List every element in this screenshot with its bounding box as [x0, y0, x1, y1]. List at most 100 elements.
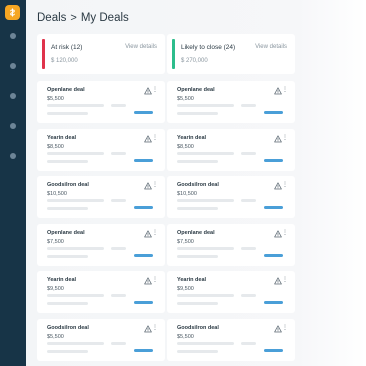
breadcrumb-parent[interactable]: Deals	[37, 12, 66, 24]
warning-icon[interactable]	[274, 87, 282, 95]
warning-icon[interactable]	[274, 325, 282, 333]
deal-card[interactable]: Yearin deal $9,500 ⋮	[167, 271, 295, 313]
warning-icon[interactable]	[144, 182, 152, 190]
placeholder-line	[47, 350, 88, 353]
more-options-icon[interactable]: ⋮	[282, 324, 288, 332]
warning-icon[interactable]	[144, 230, 152, 238]
summary-card-at-risk[interactable]: At risk (12) $ 120,000 View details	[37, 34, 165, 74]
warning-icon[interactable]	[144, 325, 152, 333]
deal-name: Openlane deal	[177, 230, 215, 236]
deal-name: Openlane deal	[47, 230, 85, 236]
more-options-icon[interactable]: ⋮	[152, 86, 158, 94]
deal-card[interactable]: Yearin deal $8,500 ⋮	[167, 129, 295, 171]
more-options-icon[interactable]: ⋮	[282, 181, 288, 189]
deal-card[interactable]: Openlane deal $5,500 ⋮	[37, 81, 165, 123]
deal-card[interactable]: Openlane deal $7,500 ⋮	[37, 224, 165, 266]
deal-name: Goodsilron deal	[177, 325, 219, 331]
deal-value: $7,500	[177, 239, 194, 245]
warning-icon[interactable]	[274, 182, 282, 190]
logo[interactable]	[5, 5, 20, 20]
sidebar-item-2[interactable]	[10, 63, 16, 69]
placeholder-line	[111, 152, 126, 155]
placeholder-line	[177, 294, 234, 297]
progress-bar	[134, 301, 153, 304]
more-options-icon[interactable]: ⋮	[282, 276, 288, 284]
placeholder-line	[177, 255, 218, 258]
more-options-icon[interactable]: ⋮	[152, 276, 158, 284]
deal-card[interactable]: Yearin deal $9,500 ⋮	[37, 271, 165, 313]
deal-value: $5,500	[177, 334, 194, 340]
status-bar-green	[172, 39, 175, 69]
placeholder-line	[47, 255, 88, 258]
progress-bar	[264, 349, 283, 352]
deal-card[interactable]: Goodsilron deal $10,500 ⋮	[167, 176, 295, 218]
more-options-icon[interactable]: ⋮	[282, 134, 288, 142]
view-details-link[interactable]: View details	[255, 44, 287, 50]
deal-card[interactable]: Goodsilron deal $5,500 ⋮	[167, 319, 295, 361]
placeholder-line	[47, 152, 104, 155]
summary-label: Likely to close (24)	[181, 44, 236, 51]
view-details-link[interactable]: View details	[125, 44, 157, 50]
summary-amount: $ 270,000	[181, 58, 208, 64]
deal-value: $5,500	[47, 334, 64, 340]
deal-card[interactable]: Openlane deal $5,500 ⋮	[167, 81, 295, 123]
deal-value: $5,500	[177, 96, 194, 102]
placeholder-line	[47, 207, 88, 210]
sidebar-item-5[interactable]	[10, 153, 16, 159]
more-options-icon[interactable]: ⋮	[152, 134, 158, 142]
deal-name: Yearin deal	[177, 135, 207, 141]
placeholder-line	[177, 160, 218, 163]
deal-card[interactable]: Goodsilron deal $5,500 ⋮	[37, 319, 165, 361]
summary-card-likely[interactable]: Likely to close (24) $ 270,000 View deta…	[167, 34, 295, 74]
deal-value: $9,500	[177, 286, 194, 292]
placeholder-line	[111, 104, 126, 107]
deal-value: $9,500	[47, 286, 64, 292]
deal-value: $8,500	[177, 144, 194, 150]
placeholder-line	[177, 342, 234, 345]
page-title: My Deals	[80, 12, 129, 24]
deal-name: Yearin deal	[47, 277, 77, 283]
sidebar-item-3[interactable]	[10, 93, 16, 99]
warning-icon[interactable]	[274, 135, 282, 143]
deal-card[interactable]: Goodsilron deal $10,500 ⋮	[37, 176, 165, 218]
warning-icon[interactable]	[274, 277, 282, 285]
deal-name: Goodsilron deal	[177, 182, 219, 188]
warning-icon[interactable]	[144, 135, 152, 143]
summary-amount: $ 120,000	[51, 58, 78, 64]
more-options-icon[interactable]: ⋮	[282, 86, 288, 94]
deal-name: Goodsilron deal	[47, 325, 89, 331]
placeholder-line	[47, 199, 104, 202]
progress-bar	[264, 301, 283, 304]
more-options-icon[interactable]: ⋮	[282, 229, 288, 237]
more-options-icon[interactable]: ⋮	[152, 229, 158, 237]
progress-bar	[134, 159, 153, 162]
sidebar-item-4[interactable]	[10, 123, 16, 129]
placeholder-line	[47, 247, 104, 250]
placeholder-line	[241, 199, 256, 202]
deal-card[interactable]: Openlane deal $7,500 ⋮	[167, 224, 295, 266]
more-options-icon[interactable]: ⋮	[152, 324, 158, 332]
deal-value: $10,500	[177, 191, 197, 197]
warning-icon[interactable]	[144, 87, 152, 95]
placeholder-line	[177, 302, 218, 305]
placeholder-line	[177, 247, 234, 250]
deal-card[interactable]: Yearin deal $8,500 ⋮	[37, 129, 165, 171]
placeholder-line	[177, 112, 218, 115]
placeholder-line	[177, 350, 218, 353]
sidebar-item-1[interactable]	[10, 33, 16, 39]
progress-bar	[264, 111, 283, 114]
placeholder-line	[47, 112, 88, 115]
progress-bar	[264, 159, 283, 162]
progress-bar	[134, 111, 153, 114]
placeholder-line	[177, 199, 234, 202]
more-options-icon[interactable]: ⋮	[152, 181, 158, 189]
chevron-right-icon: >	[70, 12, 77, 24]
placeholder-line	[241, 104, 256, 107]
warning-icon[interactable]	[274, 230, 282, 238]
summary-label: At risk (12)	[51, 44, 83, 51]
warning-icon[interactable]	[144, 277, 152, 285]
placeholder-line	[111, 247, 126, 250]
placeholder-line	[47, 104, 104, 107]
deal-value: $10,500	[47, 191, 67, 197]
placeholder-line	[241, 247, 256, 250]
